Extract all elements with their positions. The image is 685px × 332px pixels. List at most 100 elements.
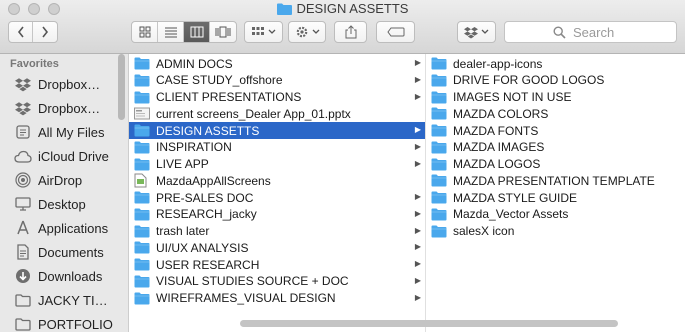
- sidebar-item-applications[interactable]: Applications: [14, 217, 108, 239]
- back-button[interactable]: [9, 22, 34, 42]
- column-view-button[interactable]: [184, 22, 210, 42]
- folder-icon: [431, 207, 447, 221]
- icon-view-button[interactable]: [132, 22, 158, 42]
- sidebar-item-all-my-files[interactable]: All My Files: [14, 121, 104, 143]
- list-item-label: WIREFRAMES_VISUAL DESIGN: [156, 291, 336, 305]
- sidebar-scrollbar[interactable]: [118, 54, 125, 120]
- list-item[interactable]: MAZDA FONTS: [426, 122, 685, 139]
- list-item[interactable]: CASE STUDY_offshore ▶: [129, 72, 425, 89]
- chevron-left-icon: [17, 26, 24, 38]
- list-item[interactable]: USER RESEARCH ▶: [129, 256, 425, 273]
- chevron-right-icon: ▶: [414, 58, 421, 67]
- list-item[interactable]: ADMIN DOCS ▶: [129, 55, 425, 72]
- cover-flow-icon: [215, 26, 231, 38]
- list-item[interactable]: MAZDA PRESENTATION TEMPLATE: [426, 172, 685, 189]
- folder-icon: [14, 315, 32, 332]
- list-item[interactable]: INSPIRATION ▶: [129, 139, 425, 156]
- chevron-right-icon: ▶: [414, 74, 421, 84]
- list-item-label: IMAGES NOT IN USE: [453, 90, 572, 104]
- sidebar-item-label: Dropbox…: [38, 76, 101, 92]
- list-item[interactable]: PRE-SALES DOC ▶: [129, 189, 425, 206]
- folder-icon: [134, 57, 150, 71]
- action-button[interactable]: [288, 21, 326, 43]
- horizontal-scrollbar[interactable]: [240, 320, 618, 327]
- chevron-right-icon: [42, 26, 49, 38]
- edit-tags-button[interactable]: [376, 21, 415, 43]
- list-item[interactable]: salesX icon: [426, 223, 685, 240]
- list-item[interactable]: trash later ▶: [129, 223, 425, 240]
- list-item[interactable]: Mazda_Vector Assets: [426, 206, 685, 223]
- chevron-down-icon: [481, 29, 489, 34]
- navigation-buttons: [8, 21, 58, 43]
- toolbar: DESIGN ASSETTS Search: [0, 0, 685, 54]
- list-item[interactable]: dealer-app-icons: [426, 55, 685, 72]
- list-item-label: salesX icon: [453, 224, 515, 238]
- list-item-label: USER RESEARCH: [156, 257, 260, 272]
- list-item[interactable]: current screens_Dealer App_01.pptx: [129, 105, 425, 122]
- sidebar-item-desktop[interactable]: Desktop: [14, 193, 86, 215]
- columns-icon: [190, 26, 203, 38]
- list-item[interactable]: WIREFRAMES_VISUAL DESIGN ▶: [129, 290, 425, 307]
- sidebar-item-jacky[interactable]: JACKY TI…: [14, 289, 108, 311]
- cover-flow-view-button[interactable]: [210, 22, 236, 42]
- forward-button[interactable]: [33, 22, 57, 42]
- sidebar-item-downloads[interactable]: Downloads: [14, 265, 102, 287]
- folder-icon: [134, 258, 150, 272]
- search-placeholder: Search: [573, 24, 615, 40]
- list-item-label: CLIENT PRESENTATIONS: [156, 90, 302, 104]
- list-item[interactable]: MAZDA LOGOS: [426, 156, 685, 173]
- dropbox-icon: [14, 99, 32, 117]
- folder-icon: [134, 157, 150, 171]
- list-item[interactable]: CLIENT PRESENTATIONS ▶: [129, 89, 425, 106]
- share-button[interactable]: [334, 21, 367, 43]
- window-title: DESIGN ASSETTS: [0, 1, 685, 18]
- sidebar-item-label: Desktop: [38, 196, 86, 212]
- list-item-label: MAZDA STYLE GUIDE: [453, 190, 578, 205]
- list-item-label: DRIVE FOR GOOD LOGOS: [453, 73, 605, 88]
- list-item[interactable]: UI/UX ANALYSIS ▶: [129, 239, 425, 256]
- sidebar-item-dropbox-1[interactable]: Dropbox…: [14, 73, 100, 95]
- dropbox-menu-button[interactable]: [457, 21, 496, 43]
- list-item[interactable]: LIVE APP ▶: [129, 156, 425, 173]
- list-item[interactable]: MAZDA COLORS: [426, 105, 685, 122]
- sidebar-item-icloud-drive[interactable]: iCloud Drive: [14, 145, 109, 167]
- list-item[interactable]: RESEARCH_jacky ▶: [129, 206, 425, 223]
- share-icon: [345, 25, 356, 39]
- dropbox-icon: [14, 75, 32, 93]
- arrange-icon: [252, 27, 264, 35]
- search-field[interactable]: Search: [504, 21, 677, 43]
- folder-icon: [134, 124, 150, 138]
- sidebar-item-portfolio[interactable]: PORTFOLIO: [14, 313, 113, 332]
- list-item[interactable]: DESIGN ASSETTS ▶: [129, 122, 425, 139]
- list-item-label: MAZDA LOGOS: [453, 157, 541, 171]
- folder-icon: [134, 191, 150, 205]
- list-item-label: VISUAL STUDIES SOURCE + DOC: [156, 274, 349, 289]
- list-item[interactable]: VISUAL STUDIES SOURCE + DOC ▶: [129, 273, 425, 290]
- grid-icon: [139, 26, 150, 38]
- list-item-label: MazdaAppAllScreens: [156, 173, 271, 188]
- folder-icon: [134, 291, 150, 305]
- list-item[interactable]: IMAGES NOT IN USE: [426, 89, 685, 106]
- list-item-label: trash later: [156, 224, 210, 238]
- sidebar: Favorites Dropbox… Dropbox… All My Files…: [0, 54, 129, 332]
- sidebar-item-label: iCloud Drive: [38, 148, 109, 164]
- document-icon: [134, 173, 150, 188]
- sidebar-item-dropbox-2[interactable]: Dropbox…: [14, 97, 100, 119]
- arrange-button[interactable]: [244, 21, 283, 43]
- finder-window: DESIGN ASSETTS Search Favorites Dropbox……: [0, 0, 685, 332]
- list-item[interactable]: MAZDA IMAGES: [426, 139, 685, 156]
- list-item-label: Mazda_Vector Assets: [453, 207, 569, 222]
- chevron-right-icon: ▶: [414, 275, 421, 285]
- sidebar-item-airdrop[interactable]: AirDrop: [14, 169, 82, 191]
- folder-icon: [431, 174, 447, 188]
- file-icon: [134, 107, 150, 121]
- list-item[interactable]: MAZDA STYLE GUIDE: [426, 189, 685, 206]
- browser-column-2: dealer-app-icons DRIVE FOR GOOD LOGOS IMAG…: [426, 54, 685, 332]
- folder-icon: [276, 3, 292, 15]
- list-item[interactable]: MazdaAppAllScreens: [129, 172, 425, 189]
- list-item-label: INSPIRATION: [156, 140, 232, 155]
- sidebar-item-documents[interactable]: Documents: [14, 241, 104, 263]
- list-view-button[interactable]: [158, 22, 184, 42]
- list-item[interactable]: DRIVE FOR GOOD LOGOS: [426, 72, 685, 89]
- list-item-label: MAZDA COLORS: [453, 106, 549, 121]
